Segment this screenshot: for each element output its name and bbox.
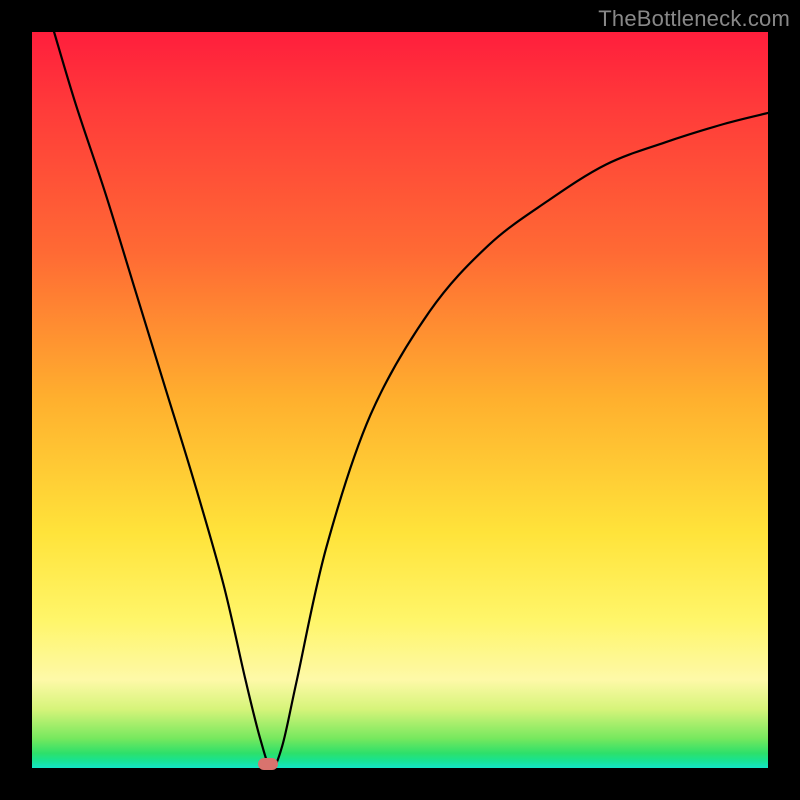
bottleneck-curve [32, 32, 768, 768]
minimum-marker [258, 758, 278, 770]
watermark-text: TheBottleneck.com [598, 6, 790, 32]
chart-frame: TheBottleneck.com [0, 0, 800, 800]
curve-path [54, 32, 768, 768]
